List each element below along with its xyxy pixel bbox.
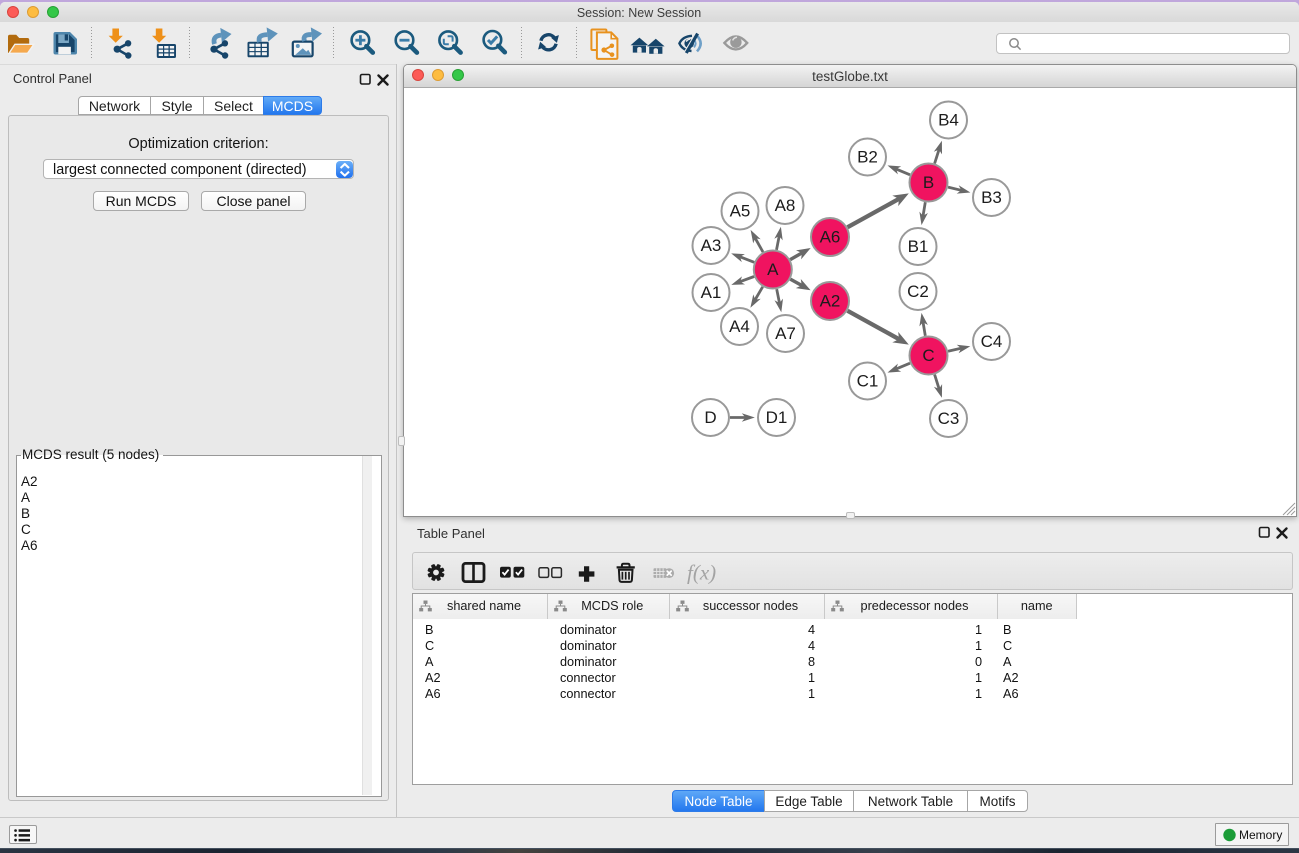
svg-text:f(x): f(x): [687, 561, 716, 585]
